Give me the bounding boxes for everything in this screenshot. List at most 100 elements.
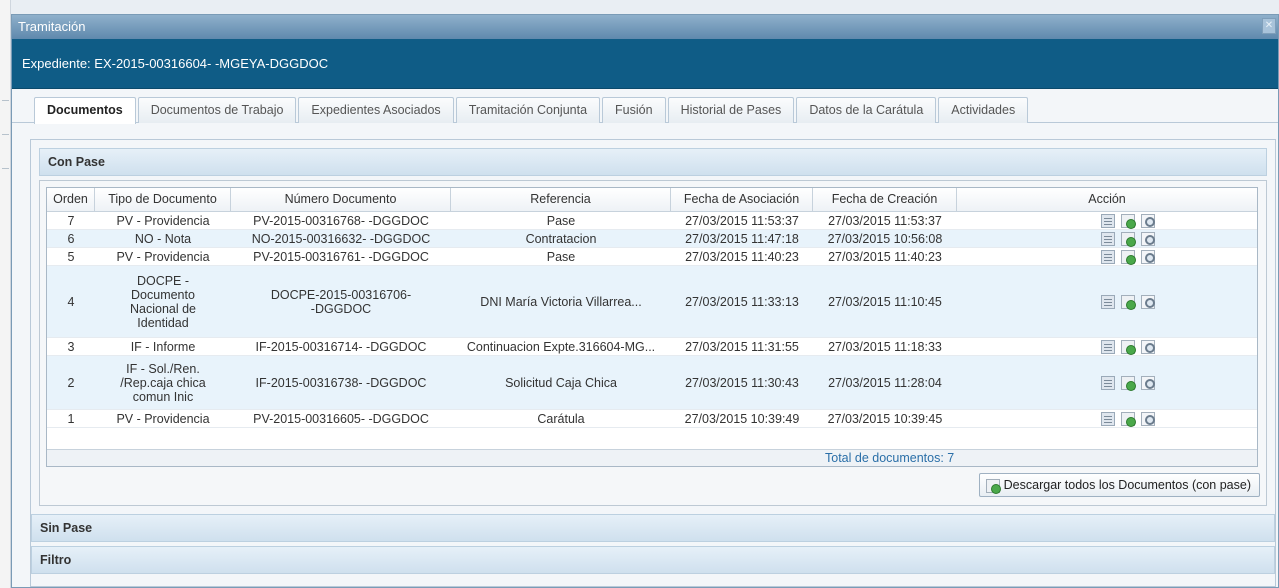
view-document-icon[interactable]: [1101, 375, 1115, 390]
download-all-button[interactable]: Descargar todos los Documentos (con pase…: [978, 473, 1260, 497]
cell-numero: PV-2015-00316768- -DGGDOC: [253, 213, 429, 228]
preview-icon[interactable]: [1141, 339, 1155, 354]
cell-numero: IF-2015-00316714- -DGGDOC: [255, 339, 427, 354]
download-document-icon[interactable]: [1121, 339, 1136, 355]
grid-header: Orden Tipo de Documento Número Documento…: [47, 188, 1257, 212]
cell-numero: DOCPE-2015-00316706- -DGGDOC: [270, 287, 412, 316]
tab-documentos-de-trabajo[interactable]: Documentos de Trabajo: [137, 97, 297, 123]
column-header-referencia[interactable]: Referencia: [451, 188, 671, 211]
download-icon: [985, 479, 1001, 494]
view-document-icon[interactable]: [1101, 249, 1115, 264]
cell-fecha-asoc: 27/03/2015 10:39:49: [684, 411, 800, 426]
cell-numero: IF-2015-00316738- -DGGDOC: [255, 375, 427, 390]
cell-fecha-creacion: 27/03/2015 10:56:08: [827, 231, 943, 246]
tab-datos-de-la-carátula[interactable]: Datos de la Carátula: [796, 97, 937, 123]
window-titlebar: Tramitación ✕: [12, 15, 1278, 39]
cell-orden: 3: [67, 339, 75, 354]
background-window-edge: [0, 0, 11, 588]
filtro-header[interactable]: Filtro: [31, 546, 1275, 574]
tab-bar: Documentos Documentos de Trabajo Expedient…: [12, 89, 1278, 124]
preview-icon[interactable]: [1141, 375, 1155, 390]
tramitacion-window: Tramitación ✕ Expediente: EX-2015-003166…: [11, 14, 1279, 588]
cell-orden: 4: [67, 294, 75, 309]
total-documents: Total de documentos: 7: [47, 449, 1257, 466]
column-header-numero[interactable]: Número Documento: [231, 188, 451, 211]
table-row[interactable]: 2 IF - Sol./Ren. /Rep.caja chica comun In…: [47, 356, 1257, 410]
tab-documentos[interactable]: Documentos: [34, 97, 136, 124]
cell-fecha-asoc: 27/03/2015 11:30:43: [685, 375, 799, 390]
cell-tipo: NO - Nota: [134, 231, 192, 246]
cell-referencia: Contratacion: [525, 231, 597, 246]
download-document-icon[interactable]: [1121, 213, 1136, 229]
download-document-icon[interactable]: [1121, 411, 1136, 427]
cell-numero: PV-2015-00316605- -DGGDOC: [253, 411, 429, 426]
cell-fecha-creacion: 27/03/2015 11:10:45: [828, 294, 942, 309]
con-pase-body: Orden Tipo de Documento Número Documento…: [39, 180, 1267, 506]
preview-icon[interactable]: [1141, 411, 1155, 426]
cell-orden: 1: [67, 411, 75, 426]
tab-fusión[interactable]: Fusión: [602, 97, 666, 123]
table-row[interactable]: 7 PV - Providencia PV-2015-00316768- -DGGD…: [47, 212, 1257, 230]
preview-icon[interactable]: [1141, 213, 1155, 228]
column-header-tipo[interactable]: Tipo de Documento: [95, 188, 231, 211]
table-row[interactable]: 1 PV - Providencia PV-2015-00316605- -DGGD…: [47, 410, 1257, 428]
cell-referencia: Carátula: [537, 411, 585, 426]
download-document-icon[interactable]: [1121, 375, 1136, 391]
sin-pase-header[interactable]: Sin Pase: [31, 514, 1275, 542]
cell-tipo: PV - Providencia: [116, 411, 210, 426]
table-row[interactable]: 5 PV - Providencia PV-2015-00316761- -DGGD…: [47, 248, 1257, 266]
documents-grid: Orden Tipo de Documento Número Documento…: [46, 187, 1258, 467]
tab-historial-de-pases[interactable]: Historial de Pases: [667, 97, 795, 123]
preview-icon[interactable]: [1141, 231, 1155, 246]
cell-referencia: Pase: [546, 213, 576, 228]
tab-tramitación-conjunta[interactable]: Tramitación Conjunta: [455, 97, 601, 123]
column-header-fecha-creacion[interactable]: Fecha de Creación: [813, 188, 957, 211]
cell-tipo: IF - Informe: [130, 339, 196, 354]
cell-fecha-asoc: 27/03/2015 11:53:37: [685, 213, 799, 228]
cell-orden: 5: [67, 249, 75, 264]
preview-icon[interactable]: [1141, 294, 1155, 309]
expediente-header: Expediente: EX-2015-00316604- -MGEYA-DGG…: [12, 39, 1278, 89]
download-document-icon[interactable]: [1121, 231, 1136, 247]
row-actions: [957, 338, 1257, 355]
cell-orden: 6: [67, 231, 75, 246]
expediente-label: Expediente: EX-2015-00316604- -MGEYA-DGG…: [22, 56, 329, 71]
preview-icon[interactable]: [1141, 249, 1155, 264]
cell-fecha-creacion: 27/03/2015 11:28:04: [828, 375, 942, 390]
cell-fecha-creacion: 27/03/2015 11:40:23: [828, 249, 942, 264]
cell-fecha-asoc: 27/03/2015 11:33:13: [685, 294, 799, 309]
table-row[interactable]: 4 DOCPE - Documento Nacional de Identidad…: [47, 266, 1257, 338]
row-actions: [957, 248, 1257, 265]
view-document-icon[interactable]: [1101, 339, 1115, 354]
con-pase-header[interactable]: Con Pase: [39, 148, 1267, 176]
view-document-icon[interactable]: [1101, 231, 1115, 246]
row-actions: [957, 410, 1257, 427]
row-actions: [957, 266, 1257, 337]
view-document-icon[interactable]: [1101, 213, 1115, 228]
table-row[interactable]: 3 IF - Informe IF-2015-00316714- -DGGDOC Co…: [47, 338, 1257, 356]
column-header-accion: Acción: [1088, 192, 1126, 206]
column-header-fecha-asociacion[interactable]: Fecha de Asociación: [671, 188, 813, 211]
table-row[interactable]: 6 NO - Nota NO-2015-00316632- -DGGDOC Contr…: [47, 230, 1257, 248]
cell-numero: NO-2015-00316632- -DGGDOC: [251, 231, 431, 246]
cell-tipo: IF - Sol./Ren. /Rep.caja chica comun Ini…: [120, 361, 206, 404]
cell-fecha-creacion: 27/03/2015 10:39:45: [827, 411, 943, 426]
cell-tipo: DOCPE - Documento Nacional de Identidad: [129, 273, 196, 330]
view-document-icon[interactable]: [1101, 411, 1115, 426]
cell-referencia: Pase: [546, 249, 576, 264]
tab-actividades[interactable]: Actividades: [938, 97, 1029, 123]
window-title: Tramitación: [18, 19, 86, 34]
download-document-icon[interactable]: [1121, 294, 1136, 310]
cell-referencia: Solicitud Caja Chica: [505, 375, 617, 390]
tab-expedientes-asociados[interactable]: Expedientes Asociados: [298, 97, 454, 123]
row-actions: [957, 212, 1257, 229]
download-document-icon[interactable]: [1121, 249, 1136, 265]
cell-fecha-creacion: 27/03/2015 11:53:37: [828, 213, 942, 228]
cell-orden: 2: [67, 375, 75, 390]
close-icon[interactable]: ✕: [1262, 18, 1276, 34]
cell-numero: PV-2015-00316761- -DGGDOC: [253, 249, 429, 264]
column-header-orden[interactable]: Orden: [47, 188, 95, 211]
view-document-icon[interactable]: [1101, 294, 1115, 309]
documentos-panel: Con Pase Orden Tipo de Documento Número …: [30, 139, 1276, 587]
cell-fecha-asoc: 27/03/2015 11:31:55: [685, 339, 799, 354]
